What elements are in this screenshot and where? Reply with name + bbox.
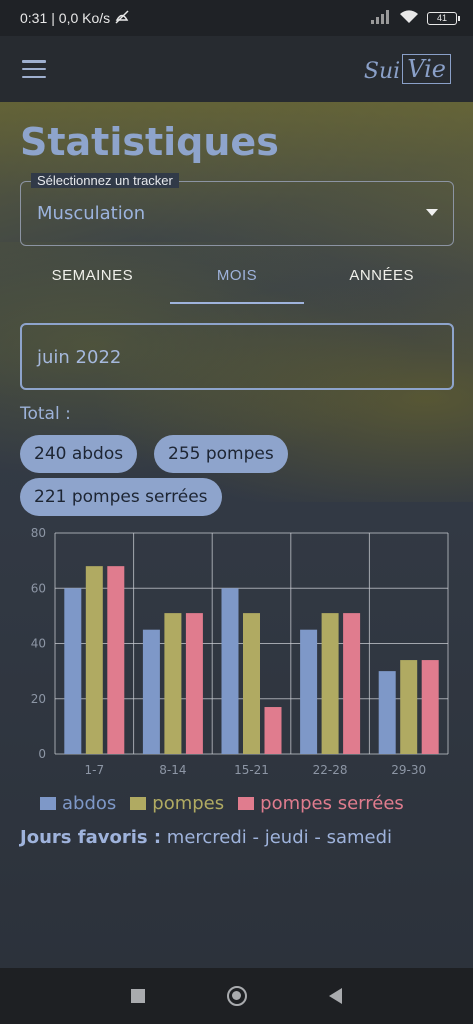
chip-abdos: 240 abdos: [20, 435, 138, 473]
month-input[interactable]: juin 2022: [20, 323, 454, 390]
legend-swatch-abdos: [40, 797, 56, 810]
x-tick-label: 29-30: [391, 763, 426, 777]
x-tick-label: 1-7: [84, 763, 104, 777]
y-tick-label: 40: [31, 637, 46, 651]
y-tick-label: 20: [31, 692, 46, 706]
y-tick-label: 60: [31, 581, 46, 595]
bar-pompes-15-21: [243, 613, 260, 754]
bar-pompes-serrees-15-21: [264, 707, 282, 754]
home-icon[interactable]: [227, 986, 247, 1006]
legend-item-pompes-serrees: pompes serrées: [238, 793, 404, 814]
dropdown-arrow-icon: [426, 209, 438, 216]
bar-pompes-8-14: [164, 613, 182, 754]
tracker-select[interactable]: Sélectionnez un tracker Musculation: [20, 173, 454, 246]
battery-icon: 41: [427, 11, 460, 25]
status-bar: 0:31 | 0,0 Ko/s 41: [0, 0, 473, 36]
bar-pompes-22-28: [321, 613, 339, 754]
recent-apps-icon[interactable]: [131, 989, 145, 1003]
chip-pompes-serrees: 221 pompes serrées: [20, 478, 222, 516]
legend-label-pompes: pompes: [152, 793, 225, 814]
legend-label-pompes-serrees: pompes serrées: [260, 793, 404, 814]
x-tick-label: 15-21: [234, 763, 269, 777]
bar-pompes-serrees-8-14: [185, 613, 203, 754]
bar-abdos-29-30: [378, 671, 396, 754]
signal-icon: [371, 9, 391, 27]
bar-pompes-serrees-22-28: [343, 613, 361, 754]
bar-pompes-serrees-29-30: [421, 660, 439, 754]
app-logo: Sui Vie: [364, 54, 451, 84]
favorite-days-label: Jours favoris :: [20, 827, 162, 848]
chip-pompes: 255 pompes: [154, 435, 288, 473]
month-input-value: juin 2022: [37, 347, 122, 368]
menu-icon[interactable]: [22, 60, 46, 78]
bar-pompes-1-7: [85, 566, 103, 754]
battery-level: 41: [436, 13, 447, 23]
bar-abdos-15-21: [221, 588, 239, 754]
y-tick-label: 0: [38, 747, 46, 761]
page-title: Statistiques: [20, 120, 279, 164]
legend-swatch-pompes: [130, 797, 147, 810]
status-speed: | 0,0 Ko/s: [51, 10, 111, 26]
x-tick-label: 8-14: [159, 763, 186, 777]
favorite-days-value: mercredi - jeudi - samedi: [166, 827, 393, 848]
legend-item-pompes: pompes: [130, 793, 224, 814]
bar-pompes-29-30: [400, 660, 418, 754]
tab-semaines[interactable]: SEMAINES: [20, 252, 165, 304]
bar-pompes-serrees-1-7: [107, 566, 125, 754]
bar-abdos-22-28: [300, 629, 318, 754]
wifi-icon: [399, 9, 419, 27]
favorite-days: Jours favoris : mercredi - jeudi - samed…: [20, 827, 392, 848]
total-label: Total :: [20, 404, 71, 424]
tab-annees[interactable]: ANNÉES: [309, 252, 454, 304]
legend-label-abdos: abdos: [62, 793, 117, 814]
back-icon[interactable]: [329, 988, 342, 1004]
bar-abdos-1-7: [64, 588, 82, 754]
legend-swatch-pompes-serrees: [238, 797, 255, 810]
tracker-select-label: Sélectionnez un tracker: [31, 173, 179, 188]
do-not-disturb-icon: [114, 9, 130, 28]
logo-right: Vie: [402, 54, 451, 84]
logo-left: Sui: [363, 59, 401, 84]
chart-legend: abdos pompes pompes serrées: [40, 793, 404, 814]
x-tick-label: 22-28: [313, 763, 348, 777]
period-tabs: SEMAINES MOIS ANNÉES: [20, 252, 454, 304]
status-right: 41: [371, 9, 460, 27]
bar-chart: 0 20 40 60 80 1-7 8-14 15-21 22-28 29-30: [31, 526, 449, 777]
system-nav-bar: [0, 968, 473, 1024]
tab-mois[interactable]: MOIS: [165, 252, 310, 304]
app-bar: Sui Vie: [0, 36, 473, 102]
status-left: 0:31 | 0,0 Ko/s: [20, 9, 130, 28]
bar-abdos-8-14: [142, 629, 160, 754]
status-time: 0:31: [20, 10, 48, 26]
legend-item-abdos: abdos: [40, 793, 116, 814]
tracker-select-value: Musculation: [37, 203, 146, 224]
y-tick-label: 80: [31, 526, 46, 540]
